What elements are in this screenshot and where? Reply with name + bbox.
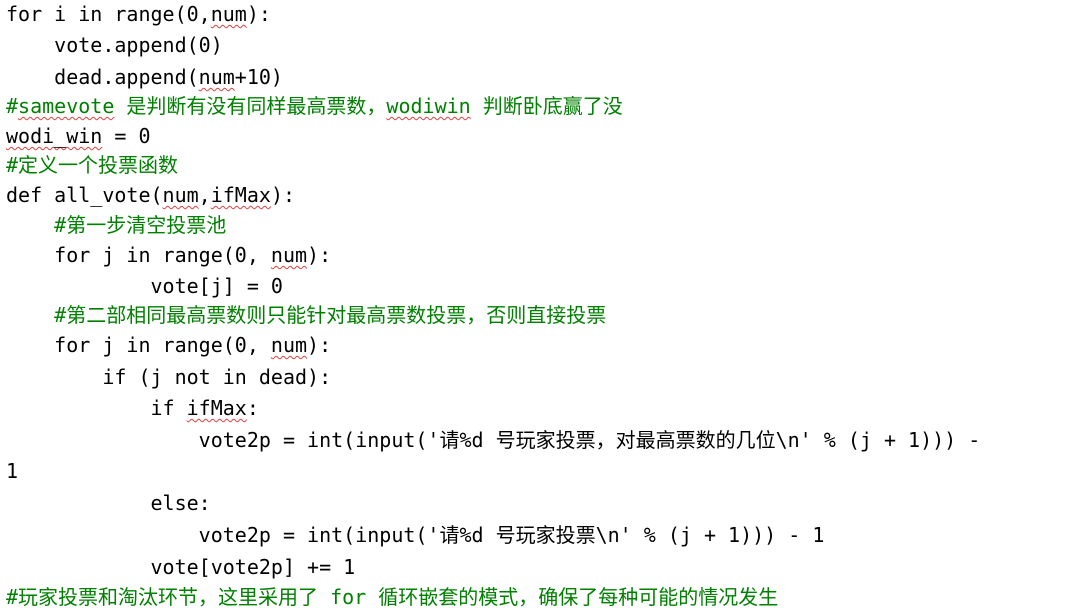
code-line: vote.append(0) — [6, 33, 223, 57]
spellcheck-underline: num — [210, 2, 247, 26]
spellcheck-underline: num — [270, 243, 308, 267]
code-line: vote[j] = 0 — [6, 274, 283, 298]
comment-line: #第一步清空投票池 — [6, 213, 227, 237]
code-line: wodi_win = 0 — [6, 124, 151, 148]
code-line: if (j not in dead): — [6, 365, 332, 389]
code-line: vote2p = int(input('请%d 号玩家投票\n' % (j + … — [6, 523, 825, 547]
code-line: dead.append(num+10) — [6, 65, 283, 89]
code-line: else: — [6, 491, 211, 515]
spellcheck-underline: wodiwin — [386, 94, 471, 118]
comment-line: #samevote 是判断有没有同样最高票数，wodiwin 判断卧底赢了没 — [6, 94, 623, 118]
spellcheck-underline: num — [162, 183, 199, 207]
code-line: def all_vote(num,ifMax): — [6, 183, 296, 207]
comment-line: #定义一个投票函数 — [6, 153, 179, 177]
spellcheck-underline: num — [198, 65, 235, 89]
spellcheck-underline: wodi_win — [6, 124, 103, 148]
code-line: vote[vote2p] += 1 — [6, 555, 356, 579]
code-line: if ifMax: — [6, 396, 259, 420]
spellcheck-underline: num — [270, 333, 308, 357]
code-document: for i in range(0,num): vote.append(0) de… — [0, 0, 1076, 615]
code-line: for i in range(0,num): — [6, 2, 271, 26]
spellcheck-underline: ifMax — [186, 396, 247, 420]
comment-line: #第二部相同最高票数则只能针对最高票数投票，否则直接投票 — [6, 303, 607, 327]
code-line: for j in range(0, num): — [6, 333, 332, 357]
code-line: vote2p = int(input('请%d 号玩家投票，对最高票数的几位\n… — [6, 428, 981, 452]
code-line: for j in range(0, num): — [6, 243, 332, 267]
code-line: 1 — [6, 459, 19, 483]
comment-line: #玩家投票和淘汰环节，这里采用了 for 循环嵌套的模式，确保了每种可能的情况发… — [6, 585, 779, 609]
spellcheck-underline: samevote — [18, 94, 115, 118]
spellcheck-underline: ifMax — [210, 183, 271, 207]
